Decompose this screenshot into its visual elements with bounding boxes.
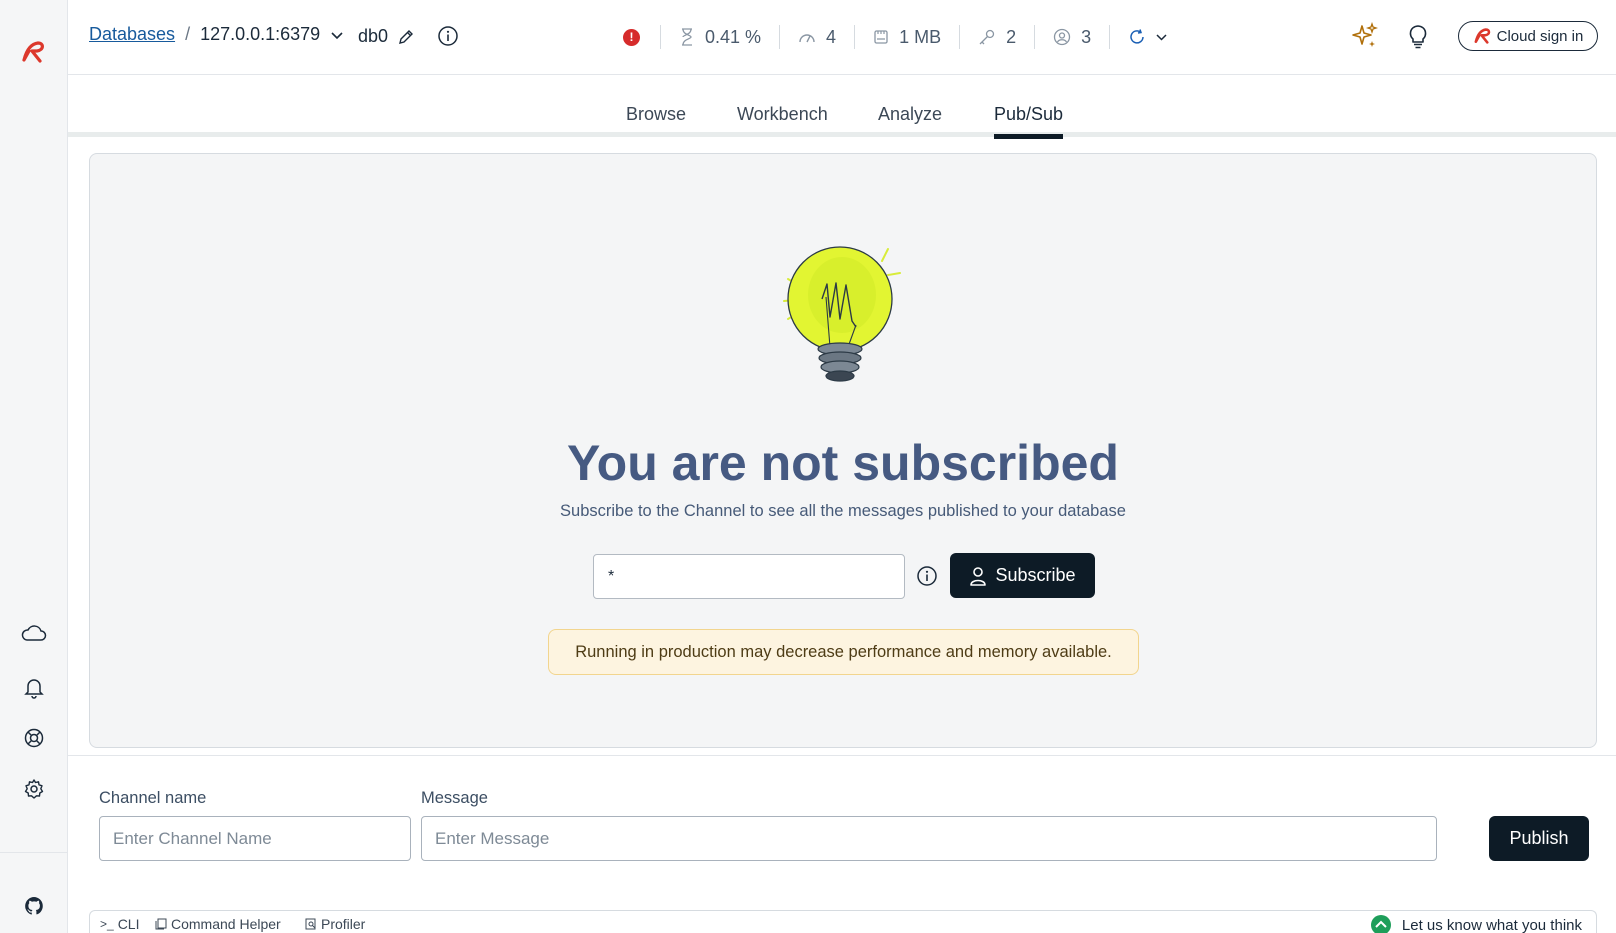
command-helper-label: Command Helper bbox=[171, 916, 281, 932]
database-name: db0 bbox=[358, 26, 414, 47]
document-icon bbox=[155, 918, 167, 930]
top-bar: Databases / 127.0.0.1:6379 db0 ! 0.41 % … bbox=[68, 0, 1616, 75]
info-icon[interactable] bbox=[437, 25, 459, 47]
ops-value: 4 bbox=[826, 26, 837, 47]
lightbulb-illustration-icon bbox=[770, 239, 910, 389]
command-helper-button[interactable]: Command Helper bbox=[155, 916, 281, 932]
database-stats: ! 0.41 % 4 1 MB 2 3 bbox=[623, 22, 1185, 52]
tab-workbench[interactable]: Workbench bbox=[737, 104, 828, 134]
message-label: Message bbox=[421, 789, 488, 807]
profiler-label: Profiler bbox=[321, 916, 366, 932]
channel-pattern-input[interactable] bbox=[593, 554, 905, 599]
cli-label: CLI bbox=[117, 916, 140, 932]
feedback-label: Let us know what you think bbox=[1401, 916, 1582, 933]
subscribe-label: Subscribe bbox=[995, 565, 1076, 585]
chevron-down-icon bbox=[331, 32, 343, 40]
refresh-icon bbox=[1130, 29, 1144, 44]
redis-logo-icon bbox=[1474, 28, 1490, 44]
database-host-selector[interactable]: 127.0.0.1:6379 bbox=[200, 24, 343, 45]
tab-analyze[interactable]: Analyze bbox=[878, 104, 942, 134]
terminal-icon: >_ bbox=[100, 917, 114, 931]
auto-refresh-control[interactable] bbox=[1109, 25, 1185, 49]
help-center-icon[interactable] bbox=[20, 724, 48, 752]
production-warning: Running in production may decrease perfo… bbox=[548, 629, 1139, 675]
memory-value: 1 MB bbox=[899, 26, 942, 47]
hourglass-icon bbox=[682, 28, 692, 46]
stat-clients[interactable]: 3 bbox=[1034, 25, 1109, 49]
tab-browse[interactable]: Browse bbox=[626, 104, 686, 134]
main-tabs: Browse Workbench Analyze Pub/Sub bbox=[68, 90, 1616, 139]
cloud-sign-in-button[interactable]: Cloud sign in bbox=[1458, 21, 1598, 51]
channel-name-input[interactable] bbox=[99, 816, 411, 861]
speedometer-icon bbox=[799, 34, 815, 43]
production-warning-text: Running in production may decrease perfo… bbox=[575, 642, 1112, 661]
stat-cpu[interactable]: 0.41 % bbox=[660, 25, 779, 49]
bottom-panel-bar: >_ CLI Command Helper Profiler Let us kn… bbox=[89, 910, 1597, 933]
github-icon[interactable] bbox=[20, 892, 48, 920]
settings-gear-icon[interactable] bbox=[20, 775, 48, 803]
not-subscribed-description: Subscribe to the Channel to see all the … bbox=[560, 502, 1126, 520]
cli-button[interactable]: >_ CLI bbox=[100, 916, 139, 932]
user-icon bbox=[970, 566, 987, 586]
cloud-icon[interactable] bbox=[20, 619, 48, 647]
stat-ops[interactable]: 4 bbox=[779, 25, 854, 49]
insights-lightbulb-icon[interactable] bbox=[1406, 22, 1430, 55]
clients-value: 3 bbox=[1081, 26, 1092, 47]
sidebar bbox=[0, 0, 68, 933]
profiler-icon bbox=[305, 918, 316, 930]
breadcrumb-databases-link[interactable]: Databases bbox=[89, 24, 175, 45]
profiler-button[interactable]: Profiler bbox=[305, 916, 365, 932]
database-host-label: 127.0.0.1:6379 bbox=[200, 24, 321, 44]
db-index-label: db0 bbox=[358, 26, 389, 46]
subscribe-button[interactable]: Subscribe bbox=[950, 553, 1095, 598]
ai-assistant-sparkle-icon[interactable] bbox=[1350, 21, 1379, 55]
stat-alert[interactable]: ! bbox=[623, 25, 660, 49]
sidebar-divider bbox=[0, 852, 68, 853]
key-icon bbox=[979, 29, 995, 45]
user-circle-icon bbox=[1053, 28, 1071, 46]
feedback-link[interactable]: Let us know what you think bbox=[1370, 914, 1582, 933]
cloud-sign-in-label: Cloud sign in bbox=[1496, 27, 1584, 45]
redis-logo-icon[interactable] bbox=[20, 38, 48, 66]
stat-keys[interactable]: 2 bbox=[959, 25, 1034, 49]
stat-memory[interactable]: 1 MB bbox=[854, 25, 959, 49]
notification-bell-icon[interactable] bbox=[20, 674, 48, 702]
memory-icon bbox=[874, 30, 888, 44]
info-icon[interactable] bbox=[916, 565, 938, 587]
keys-value: 2 bbox=[1006, 26, 1017, 47]
messages-panel: You are not subscribed Subscribe to the … bbox=[89, 153, 1597, 748]
feedback-icon bbox=[1370, 915, 1391, 933]
channel-name-label: Channel name bbox=[99, 789, 207, 807]
alert-icon: ! bbox=[623, 28, 640, 46]
tab-pubsub[interactable]: Pub/Sub bbox=[994, 104, 1064, 139]
breadcrumb-separator: / bbox=[185, 24, 191, 44]
publish-form: Channel name Message Publish bbox=[68, 755, 1616, 905]
edit-pencil-icon[interactable] bbox=[398, 29, 414, 45]
message-input[interactable] bbox=[421, 816, 1437, 861]
not-subscribed-heading: You are not subscribed bbox=[567, 435, 1119, 491]
publish-button[interactable]: Publish bbox=[1489, 816, 1589, 861]
chevron-down-icon bbox=[1156, 33, 1167, 41]
cpu-value: 0.41 % bbox=[705, 26, 762, 47]
breadcrumb: Databases / 127.0.0.1:6379 bbox=[89, 24, 343, 45]
